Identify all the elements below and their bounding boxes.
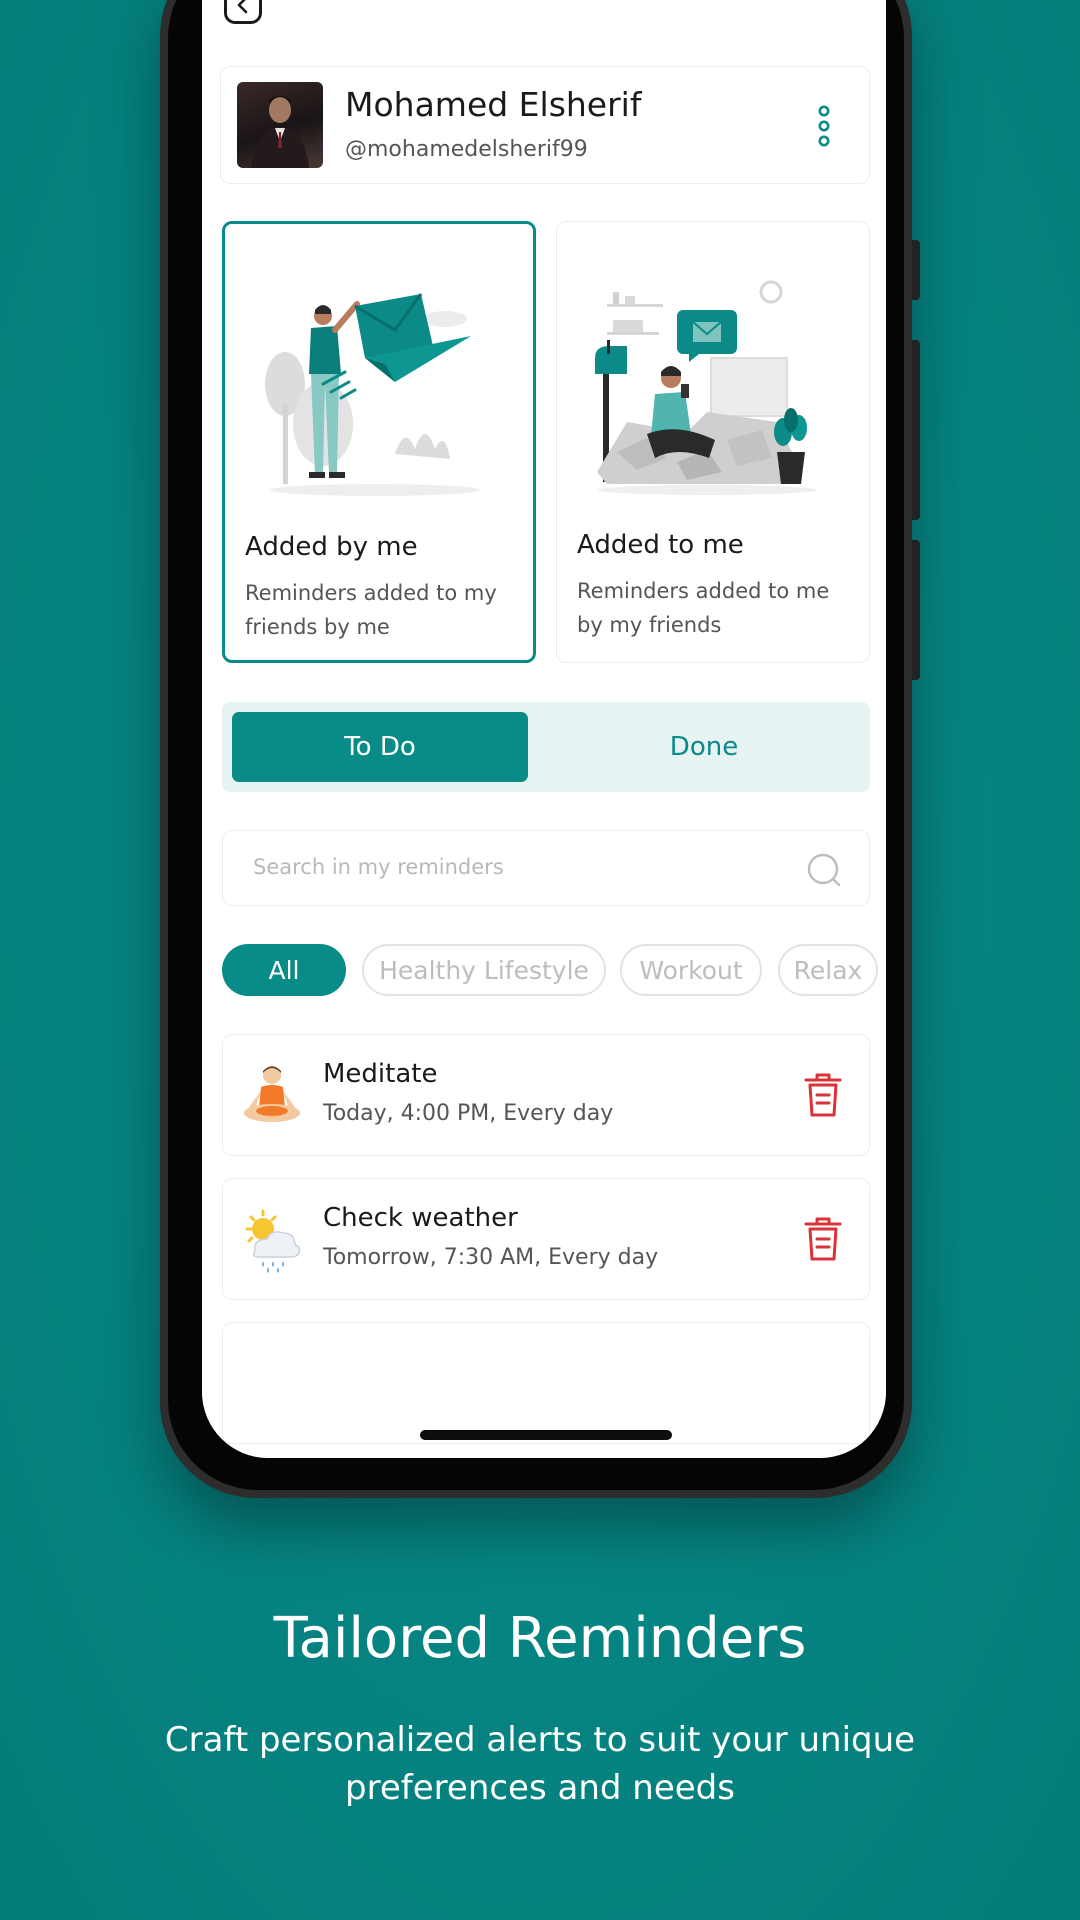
app-screen: Mohamed Elsherif @mohamedelsherif99 Adde… [202,0,886,1458]
category-chips: All Healthy Lifestyle Workout Relax [222,944,886,998]
mode-description: Reminders added to me by my friends [577,579,830,637]
search-input[interactable]: Search in my reminders [222,830,870,906]
profile-name: Mohamed Elsherif [345,85,642,124]
phone-power-button [912,540,920,680]
profile-card: Mohamed Elsherif @mohamedelsherif99 [220,66,870,184]
meditation-emoji-icon [244,1066,300,1122]
mode-title: Added to me [577,530,744,560]
chip-all[interactable]: All [222,944,346,996]
tab-done[interactable]: Done [556,712,852,782]
search-placeholder: Search in my reminders [253,855,504,879]
list-item[interactable] [222,1322,870,1444]
status-tabs: To Do Done [222,702,870,792]
reminder-title: Meditate [323,1059,438,1089]
reminder-title: Check weather [323,1203,518,1233]
receiving-mail-illustration [595,280,817,495]
mode-title: Added by me [245,532,418,562]
chip-healthy-lifestyle[interactable]: Healthy Lifestyle [362,944,606,996]
profile-handle: @mohamedelsherif99 [345,137,588,162]
trash-icon[interactable] [803,1073,843,1119]
chip-relax[interactable]: Relax [778,944,878,996]
reminder-schedule: Today, 4:00 PM, Every day [323,1101,614,1126]
trash-icon[interactable] [803,1217,843,1263]
more-vertical-icon[interactable] [817,105,831,147]
home-indicator [420,1430,672,1440]
phone-volume-button [912,340,920,520]
chevron-left-icon [237,0,248,14]
promo-headline: Tailored Reminders [273,1606,807,1671]
promo-subline: Craft personalized alerts to suit your u… [164,1720,916,1808]
sending-mail-illustration [265,293,480,496]
weather-emoji-icon [245,1209,301,1273]
mode-card-added-to-me[interactable]: Added to me Reminders added to me by my … [556,221,870,663]
back-button[interactable] [224,0,262,24]
search-icon[interactable] [807,853,841,887]
list-item[interactable]: Check weather Tomorrow, 7:30 AM, Every d… [222,1178,870,1300]
phone-side-button [912,240,920,300]
phone-bezel: Mohamed Elsherif @mohamedelsherif99 Adde… [168,0,904,1490]
chip-workout[interactable]: Workout [620,944,762,996]
list-item[interactable]: Meditate Today, 4:00 PM, Every day [222,1034,870,1156]
phone-frame: Mohamed Elsherif @mohamedelsherif99 Adde… [160,0,920,1498]
mode-card-added-by-me[interactable]: Added by me Reminders added to my friend… [222,221,536,663]
mode-description: Reminders added to my friends by me [245,581,497,639]
reminder-schedule: Tomorrow, 7:30 AM, Every day [323,1245,659,1270]
tab-todo[interactable]: To Do [232,712,528,782]
avatar[interactable] [237,82,323,168]
